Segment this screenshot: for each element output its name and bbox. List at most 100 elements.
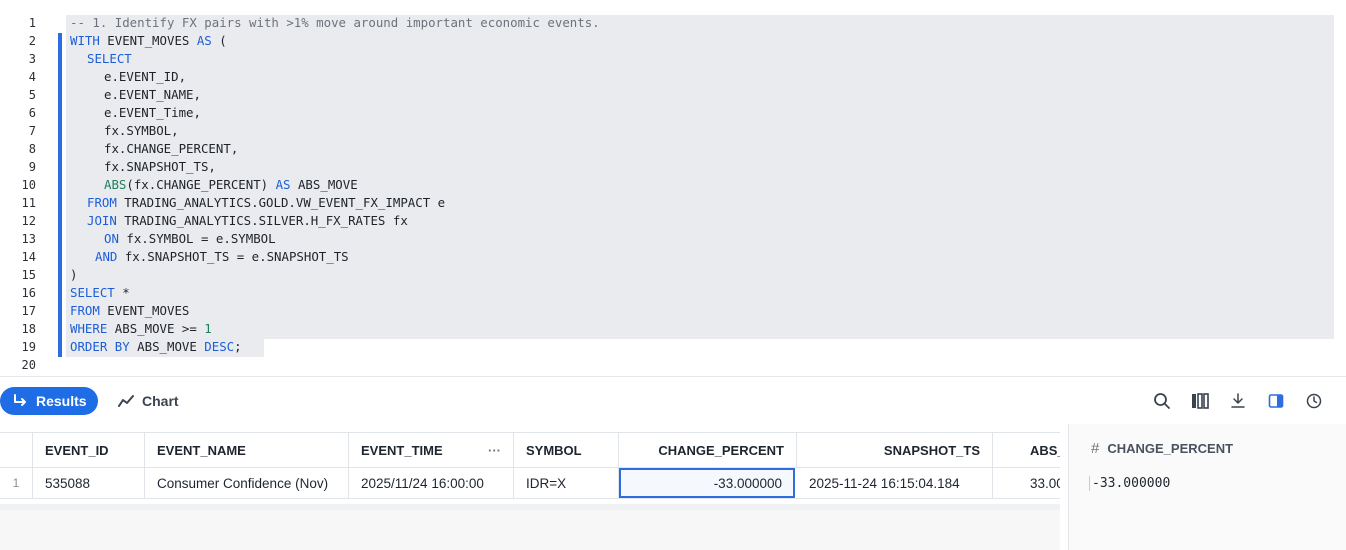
code-line[interactable]: 12 JOIN TRADING_ANALYTICS.SILVER.H_FX_RA… [0, 212, 1346, 230]
code-comment: -- 1. Identify FX pairs with >1% move ar… [70, 15, 600, 30]
code-line[interactable]: 9 fx.SNAPSHOT_TS, [0, 158, 1346, 176]
column-header-abs-move[interactable]: ABS_MOVE [993, 433, 1060, 467]
identifier: ABS_MOVE [129, 339, 205, 354]
code-line[interactable]: 10 ABS(fx.CHANGE_PERCENT) AS ABS_MOVE [0, 176, 1346, 194]
keyword: FROM [70, 303, 100, 318]
code-text: WHERE ABS_MOVE >= 1 [70, 320, 212, 338]
line-number: 6 [28, 106, 36, 120]
line-number: 14 [21, 250, 36, 264]
identifier: TRADING_ANALYTICS.SILVER.H_FX_RATES fx [116, 213, 408, 228]
code-line[interactable]: 1 -- 1. Identify FX pairs with >1% move … [0, 14, 1346, 32]
line-number: 18 [21, 322, 36, 336]
keyword: AS [275, 177, 291, 192]
column-header-snapshot-ts[interactable]: SNAPSHOT_TS [797, 433, 993, 467]
results-toolbar: Results Chart [0, 376, 1346, 424]
line-number: 16 [21, 286, 36, 300]
line-number: 11 [21, 196, 36, 210]
keyword: SELECT [87, 51, 132, 66]
cell-event-name[interactable]: Consumer Confidence (Nov) [145, 468, 349, 498]
identifier: fx.SNAPSHOT_TS = e.SNAPSHOT_TS [117, 249, 349, 264]
detail-value[interactable]: -33.000000 [1089, 476, 1170, 491]
column-header-change-percent[interactable]: CHANGE_PERCENT [619, 433, 797, 467]
code-text: SELECT * [70, 284, 130, 302]
code-line[interactable]: 16 SELECT * [0, 284, 1346, 302]
cell-change-percent[interactable]: -33.000000 [619, 468, 795, 498]
code-line[interactable]: 14 AND fx.SNAPSHOT_TS = e.SNAPSHOT_TS [0, 248, 1346, 266]
number-literal: 1 [204, 321, 212, 336]
columns-icon[interactable] [1190, 391, 1210, 411]
column-header-label: EVENT_ID [45, 442, 109, 458]
code-line[interactable]: 8 fx.CHANGE_PERCENT, [0, 140, 1346, 158]
line-number: 4 [28, 70, 36, 84]
line-number: 2 [28, 34, 36, 48]
column-menu-icon[interactable]: ··· [488, 443, 501, 458]
table-row[interactable]: 1 535088 Consumer Confidence (Nov) 2025/… [0, 468, 1060, 499]
code-line[interactable]: 6 e.EVENT_Time, [0, 104, 1346, 122]
cell-event-time[interactable]: 2025/11/24 16:00:00 [349, 468, 514, 498]
keyword: FROM [87, 195, 117, 210]
results-tab-label: Results [36, 393, 87, 409]
sql-editor[interactable]: 1 -- 1. Identify FX pairs with >1% move … [0, 0, 1346, 376]
search-icon[interactable] [1152, 391, 1172, 411]
panel-icon[interactable] [1266, 391, 1286, 411]
keyword: JOIN [87, 213, 117, 228]
column-header-event-time[interactable]: EVENT_TIME ··· [349, 433, 514, 467]
grid-header-row: EVENT_ID EVENT_NAME EVENT_TIME ··· SYMBOL… [0, 432, 1060, 468]
number-type-icon: # [1091, 440, 1100, 457]
code-line[interactable]: 11 FROM TRADING_ANALYTICS.GOLD.VW_EVENT_… [0, 194, 1346, 212]
code-text: WITH EVENT_MOVES AS ( [70, 32, 227, 50]
identifier: * [114, 285, 130, 300]
column-header-event-name[interactable]: EVENT_NAME [145, 433, 349, 467]
identifier: EVENT_MOVES [99, 33, 197, 48]
code-line[interactable]: 4 e.EVENT_ID, [0, 68, 1346, 86]
line-number: 8 [28, 142, 36, 156]
chart-tab-button[interactable]: Chart [118, 387, 179, 415]
results-arrow-icon [14, 394, 26, 406]
punctuation: ( [211, 33, 227, 48]
detail-column-name: CHANGE_PERCENT [1107, 441, 1234, 456]
code-line[interactable]: 3 SELECT [0, 50, 1346, 68]
code-text: JOIN TRADING_ANALYTICS.SILVER.H_FX_RATES… [87, 212, 408, 230]
line-number: 20 [21, 358, 36, 372]
identifier: (fx.CHANGE_PERCENT) [126, 177, 276, 192]
cell-abs-move[interactable]: 33.000000 [993, 468, 1060, 498]
keyword: WHERE [70, 321, 108, 336]
results-grid[interactable]: EVENT_ID EVENT_NAME EVENT_TIME ··· SYMBOL… [0, 432, 1060, 550]
function-name: ABS [104, 177, 127, 192]
results-tab-button[interactable]: Results [0, 387, 98, 415]
grid-empty-area [0, 510, 1060, 550]
code-line[interactable]: 20 [0, 356, 1346, 374]
column-header-event-id[interactable]: EVENT_ID [33, 433, 145, 467]
code-text: fx.CHANGE_PERCENT, [104, 141, 239, 156]
row-number: 1 [0, 468, 33, 498]
column-header-symbol[interactable]: SYMBOL [514, 433, 619, 467]
download-icon[interactable] [1228, 391, 1248, 411]
code-line[interactable]: 13 ON fx.SYMBOL = e.SYMBOL [0, 230, 1346, 248]
cell-symbol[interactable]: IDR=X [514, 468, 619, 498]
code-line[interactable]: 17 FROM EVENT_MOVES [0, 302, 1346, 320]
cell-snapshot-ts[interactable]: 2025-11-24 16:15:04.184 [797, 468, 993, 498]
column-header-label: SYMBOL [526, 442, 582, 458]
line-number: 10 [21, 178, 36, 192]
code-text: e.EVENT_Time, [104, 105, 201, 120]
code-line[interactable]: 15 ) [0, 266, 1346, 284]
column-header-label: SNAPSHOT_TS [883, 442, 980, 458]
keyword: SELECT [70, 285, 115, 300]
code-line[interactable]: 7 fx.SYMBOL, [0, 122, 1346, 140]
column-header-label: EVENT_TIME [361, 442, 443, 458]
code-text: SELECT [87, 50, 132, 68]
history-icon[interactable] [1304, 391, 1324, 411]
code-text: fx.SNAPSHOT_TS, [104, 159, 216, 174]
cell-event-id[interactable]: 535088 [33, 468, 145, 498]
line-number: 7 [28, 124, 36, 138]
code-line[interactable]: 5 e.EVENT_NAME, [0, 86, 1346, 104]
identifier: ABS_MOVE >= [107, 321, 205, 336]
keyword: ORDER BY [70, 339, 130, 354]
code-text: ABS(fx.CHANGE_PERCENT) AS ABS_MOVE [104, 176, 358, 194]
code-line[interactable]: 2 WITH EVENT_MOVES AS ( [0, 32, 1346, 50]
code-line[interactable]: 19 ORDER BY ABS_MOVE DESC; [0, 338, 1346, 356]
identifier: ABS_MOVE [290, 177, 358, 192]
code-text: ON fx.SYMBOL = e.SYMBOL [104, 230, 276, 248]
code-line[interactable]: 18 WHERE ABS_MOVE >= 1 [0, 320, 1346, 338]
code-text: FROM TRADING_ANALYTICS.GOLD.VW_EVENT_FX_… [87, 194, 445, 212]
